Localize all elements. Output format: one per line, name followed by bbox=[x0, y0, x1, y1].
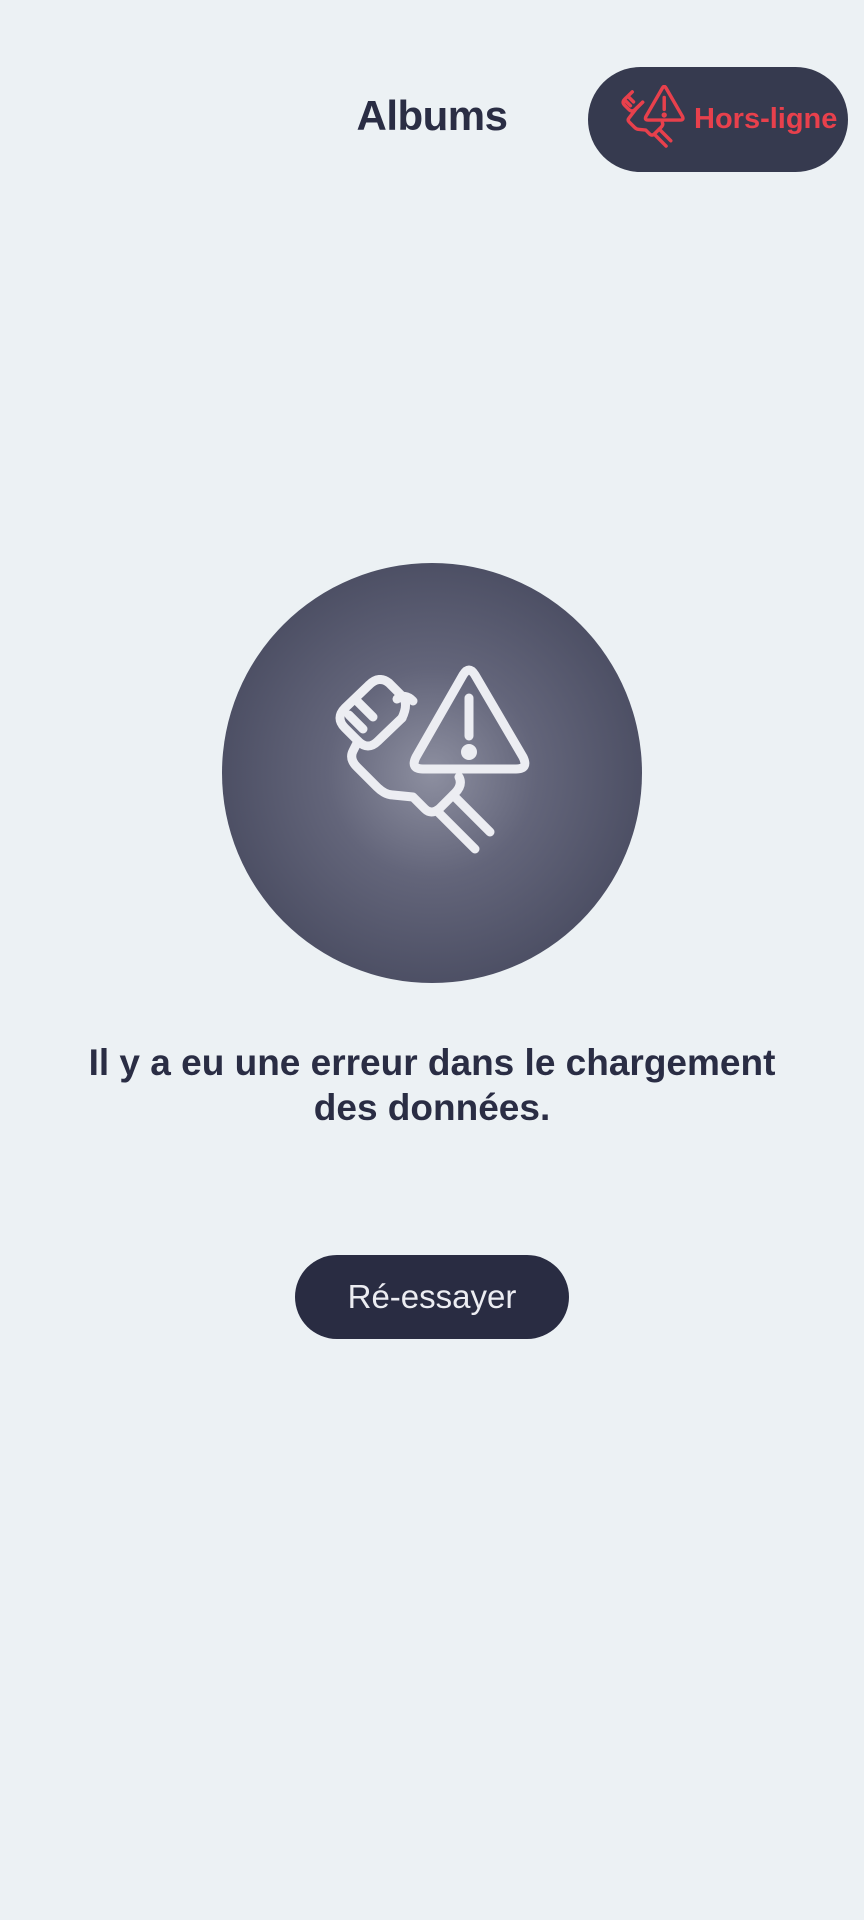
offline-status-label: Hors-ligne bbox=[694, 103, 838, 135]
unplugged-warning-icon bbox=[335, 665, 530, 854]
offline-status-badge[interactable]: Hors-ligne bbox=[588, 67, 848, 172]
header: Albums Hors-ligne bbox=[0, 0, 864, 240]
error-illustration bbox=[222, 563, 642, 983]
retry-button[interactable]: Ré-essayer bbox=[295, 1255, 569, 1339]
error-message: Il y a eu une erreur dans le chargement … bbox=[88, 1042, 776, 1128]
offline-plug-warning-icon bbox=[616, 84, 688, 157]
